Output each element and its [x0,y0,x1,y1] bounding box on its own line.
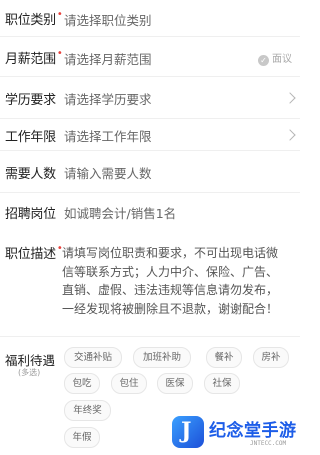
experience-row[interactable]: 工作年限 请选择工作年限 [0,118,300,151]
benefit-tag[interactable]: 年假 [64,427,100,448]
headcount-label: 需要人数 [5,167,56,182]
required-mark: • [56,9,63,20]
benefit-tag[interactable]: 包吃 [64,373,100,394]
benefit-tag[interactable]: 餐补 [206,347,242,368]
required-mark: • [56,48,63,59]
negotiable-label: 面议 [272,54,292,65]
benefit-tag[interactable]: 社保 [204,373,240,394]
salary-label: 月薪范围• [5,48,63,67]
logo-url: JNTECC.COM [250,440,287,447]
logo-name: 纪念堂手游 [209,421,297,441]
salary-row[interactable]: 月薪范围• 请选择月薪范围 ✓ 面议 [0,36,300,77]
job-category-label: 职位类别• [5,9,63,28]
benefit-tag[interactable]: 医保 [157,373,193,394]
headcount-input[interactable]: 请输入需要人数 [64,163,152,182]
logo-icon: J [172,416,204,448]
description-label: 职位描述• [5,243,63,262]
benefit-tag[interactable]: 房补 [253,347,289,368]
benefit-tag[interactable]: 包住 [111,373,147,394]
experience-label: 工作年限 [5,130,56,145]
watermark-logo: J 纪念堂手游 JNTECC.COM [172,412,298,452]
benefit-tag[interactable]: 加班补助 [133,347,191,368]
benefit-tag[interactable]: 年终奖 [64,400,111,421]
chevron-right-icon [284,92,296,104]
education-label: 学历要求 [5,93,56,108]
experience-value[interactable]: 请选择工作年限 [64,126,152,145]
salary-value[interactable]: 请选择月薪范围 [64,49,152,68]
description-textarea[interactable]: 请填写岗位职责和要求，不可出现电话微信等联系方式；人力中介、保险、广告、直销、虚… [62,244,284,318]
job-category-row[interactable]: 职位类别• 请选择职位类别 [0,0,300,37]
education-row[interactable]: 学历要求 请选择学历要求 [0,76,300,119]
education-value[interactable]: 请选择学历要求 [64,89,152,108]
benefits-multi-hint: (多选) [18,368,41,377]
chevron-right-icon [284,129,296,141]
check-icon: ✓ [258,55,269,66]
benefit-tag[interactable]: 交通补贴 [64,347,122,368]
job-category-value[interactable]: 请选择职位类别 [64,10,152,29]
negotiable-toggle[interactable]: ✓ 面议 [258,50,292,66]
headcount-row[interactable]: 需要人数 请输入需要人数 [0,150,300,193]
